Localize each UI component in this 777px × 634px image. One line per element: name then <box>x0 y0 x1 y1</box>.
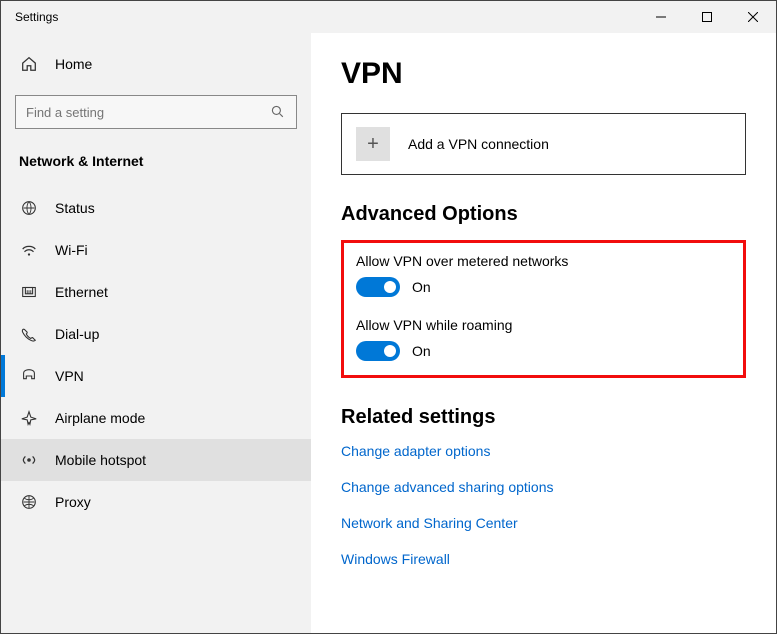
status-icon <box>19 198 39 218</box>
metered-toggle-row: On <box>356 277 731 297</box>
advanced-heading: Advanced Options <box>341 203 746 226</box>
metered-state: On <box>412 279 431 295</box>
home-icon <box>19 54 39 74</box>
active-indicator <box>1 355 5 397</box>
proxy-icon <box>19 492 39 512</box>
content-pane: VPN + Add a VPN connection Advanced Opti… <box>311 33 776 633</box>
toggle-knob <box>384 345 396 357</box>
metered-label: Allow VPN over metered networks <box>356 253 731 269</box>
ethernet-icon <box>19 282 39 302</box>
sidebar-item-wifi[interactable]: Wi-Fi <box>1 229 311 271</box>
hotspot-icon <box>19 450 39 470</box>
roaming-toggle[interactable] <box>356 341 400 361</box>
sidebar-item-label: VPN <box>55 368 84 384</box>
link-center[interactable]: Network and Sharing Center <box>341 515 746 531</box>
sidebar-item-dialup[interactable]: Dial-up <box>1 313 311 355</box>
body: Home Network & Internet Status Wi-Fi Eth… <box>1 33 776 633</box>
related-heading: Related settings <box>341 406 746 429</box>
sidebar: Home Network & Internet Status Wi-Fi Eth… <box>1 33 311 633</box>
home-button[interactable]: Home <box>1 43 311 85</box>
sidebar-item-status[interactable]: Status <box>1 187 311 229</box>
sidebar-item-label: Status <box>55 200 95 216</box>
search-input[interactable] <box>15 95 297 129</box>
roaming-state: On <box>412 343 431 359</box>
vpn-icon <box>19 366 39 386</box>
metered-toggle[interactable] <box>356 277 400 297</box>
add-vpn-button[interactable]: + Add a VPN connection <box>341 113 746 175</box>
titlebar: Settings <box>1 1 776 33</box>
sidebar-item-label: Mobile hotspot <box>55 452 146 468</box>
sidebar-item-proxy[interactable]: Proxy <box>1 481 311 523</box>
minimize-button[interactable] <box>638 1 684 33</box>
toggle-knob <box>384 281 396 293</box>
sidebar-item-hotspot[interactable]: Mobile hotspot <box>1 439 311 481</box>
highlighted-options: Allow VPN over metered networks On Allow… <box>341 240 746 378</box>
search-icon <box>270 104 286 120</box>
roaming-label: Allow VPN while roaming <box>356 317 731 333</box>
maximize-button[interactable] <box>684 1 730 33</box>
sidebar-item-label: Ethernet <box>55 284 108 300</box>
page-title: VPN <box>341 57 746 91</box>
wifi-icon <box>19 240 39 260</box>
sidebar-item-label: Wi-Fi <box>55 242 88 258</box>
window-controls <box>638 1 776 33</box>
plus-icon: + <box>356 127 390 161</box>
link-adapter[interactable]: Change adapter options <box>341 443 746 459</box>
sidebar-item-airplane[interactable]: Airplane mode <box>1 397 311 439</box>
add-vpn-label: Add a VPN connection <box>408 136 549 152</box>
window-title: Settings <box>1 10 638 24</box>
sidebar-item-vpn[interactable]: VPN <box>1 355 311 397</box>
roaming-toggle-row: On <box>356 341 731 361</box>
close-button[interactable] <box>730 1 776 33</box>
link-firewall[interactable]: Windows Firewall <box>341 551 746 567</box>
link-sharing[interactable]: Change advanced sharing options <box>341 479 746 495</box>
sidebar-item-label: Proxy <box>55 494 91 510</box>
sidebar-item-label: Dial-up <box>55 326 99 342</box>
airplane-icon <box>19 408 39 428</box>
home-label: Home <box>55 56 92 72</box>
section-heading: Network & Internet <box>1 143 311 187</box>
dialup-icon <box>19 324 39 344</box>
sidebar-item-label: Airplane mode <box>55 410 145 426</box>
sidebar-item-ethernet[interactable]: Ethernet <box>1 271 311 313</box>
search-field[interactable] <box>26 105 270 120</box>
